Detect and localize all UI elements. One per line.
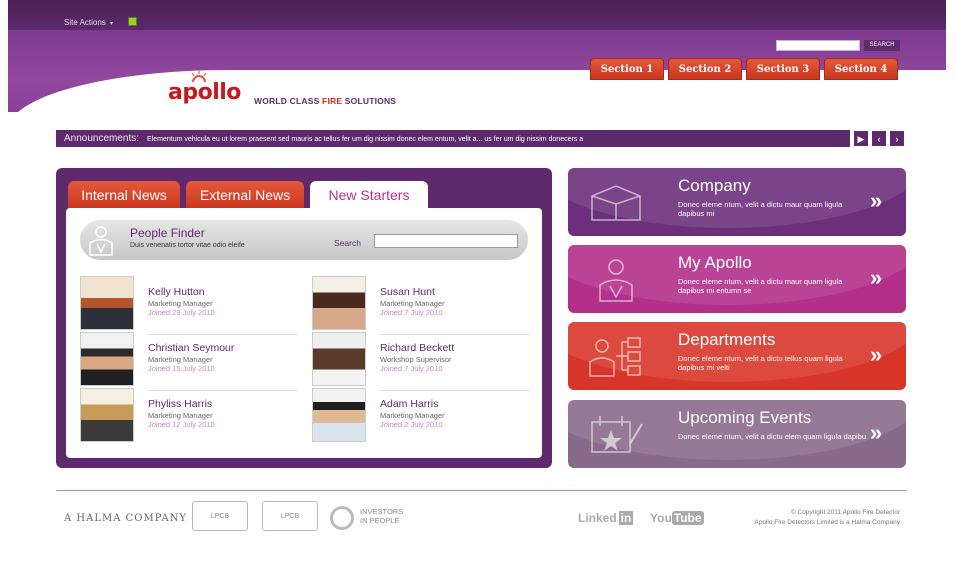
avatar [312,388,366,442]
page: Site Actions ▾ SEARCH Section 1 Section … [0,0,955,585]
person-role: Marketing Manager [380,411,445,420]
org-chart-icon [589,337,641,377]
tile-my-apollo[interactable]: My Apollo Donec eleme ntum, velit a dict… [568,245,906,313]
tab-external-news[interactable]: External News [186,181,304,210]
tile-body: Donec eleme ntum, velit a dictu maur qua… [678,277,843,295]
site-actions-menu[interactable]: Site Actions ▾ [64,18,113,27]
list-item[interactable]: Susan Hunt Marketing Manager Joined 7 Ju… [312,276,532,335]
apollo-logo[interactable]: apollo [168,80,241,105]
list-item[interactable]: Kelly Hutton Marketing Manager Joined 29… [80,276,300,335]
edit-page-icon[interactable] [128,17,137,26]
halma-logo[interactable]: A HALMA COMPANY [64,513,187,524]
announcement-controls: ▶ ‹ › [853,130,905,147]
announcements-bar: Announcements: Elementum vehicula eu ut … [56,130,850,147]
tile-company[interactable]: Company Donec eleme ntum, velit a dictu … [568,168,906,236]
list-item[interactable]: Christian Seymour Marketing Manager Join… [80,332,300,391]
avatar [80,388,134,442]
footer-divider [56,490,906,491]
logo-text: apollo [168,80,241,105]
tile-departments[interactable]: Departments Donec eleme ntum, velit a di… [568,322,906,390]
avatar [80,332,134,386]
tab-section-3[interactable]: Section 3 [746,58,820,80]
tile-title: My Apollo [678,253,752,272]
news-panel: Internal News External News New Starters… [56,168,552,468]
person-role: Marketing Manager [148,299,213,308]
next-icon[interactable]: › [889,130,905,147]
copyright: © Copyright 2011 Apollo Fire Detector Ap… [754,509,900,526]
list-item[interactable]: Richard Beckett Workshop Supervisor Join… [312,332,532,391]
tab-internal-news[interactable]: Internal News [68,181,180,210]
person-role: Workshop Supervisor [380,355,452,364]
avatar [312,332,366,386]
people-finder-subtitle: Duis venenatis tortor vitae odio eleife [130,242,245,249]
double-chevron-icon[interactable]: » [870,265,882,291]
double-chevron-icon[interactable]: » [870,342,882,368]
youtube-icon[interactable]: You Tube [650,511,704,525]
tile-body: Donec eleme ntum, velit a dictu elem qua… [678,432,867,441]
person-name[interactable]: Kelly Hutton [148,286,205,298]
tile-body: Donec eleme ntum, velit a dictu tellus q… [678,354,843,372]
linkedin-icon[interactable]: Linked in [578,511,634,525]
tile-title: Departments [678,330,776,349]
tile-title: Company [678,176,751,195]
search-button[interactable]: SEARCH [864,40,900,51]
list-item[interactable]: Adam Harris Marketing Manager Joined 2 J… [312,388,532,444]
tab-section-2[interactable]: Section 2 [668,58,742,80]
announcements-text[interactable]: Elementum vehicula eu ut lorem praesent … [147,136,583,143]
person-joined: Joined 29 July 2010 [148,308,215,317]
person-role: Marketing Manager [148,411,213,420]
list-item[interactable]: Phyliss Harris Marketing Manager Joined … [80,388,300,444]
tab-section-1[interactable]: Section 1 [590,58,664,80]
play-icon[interactable]: ▶ [853,130,869,147]
tile-upcoming-events[interactable]: Upcoming Events Donec eleme ntum, velit … [568,400,906,468]
top-bar: Site Actions ▾ [8,0,946,30]
people-search-input[interactable] [374,234,518,248]
site-actions-label: Site Actions [64,18,106,27]
person-joined: Joined 12 July 2010 [148,420,215,429]
person-joined: Joined 15 July 2010 [148,364,215,373]
investors-in-people-text: INVESTORS IN PEOPLE [360,507,404,525]
tile-title: Upcoming Events [678,408,812,427]
double-chevron-icon[interactable]: » [870,420,882,446]
people-finder-title: People Finder [130,226,205,240]
lpcb-badge: LPCB [192,501,248,531]
new-starters-content: People Finder Duis venenatis tortor vita… [66,208,542,458]
person-icon [599,259,633,302]
person-joined: Joined 7 July 2010 [380,308,443,317]
lpcb-badge: LPCB [262,501,318,531]
logo-tagline: WORLD CLASS FIRE SOLUTIONS [254,96,397,106]
avatar [80,276,134,330]
avatar [312,276,366,330]
search-input[interactable] [776,40,860,51]
person-role: Marketing Manager [148,355,213,364]
double-chevron-icon[interactable]: » [870,188,882,214]
people-finder: People Finder Duis venenatis tortor vita… [80,220,528,260]
announcements-label: Announcements: [64,133,140,144]
buildings-icon [591,185,641,221]
person-joined: Joined 2 July 2010 [380,420,443,429]
people-search-label: Search [334,238,361,248]
calendar-star-icon [591,416,643,453]
person-icon [89,226,113,256]
person-joined: Joined 7 July 2010 [380,364,443,373]
person-name[interactable]: Susan Hunt [380,286,435,298]
person-name[interactable]: Christian Seymour [148,342,234,354]
tab-section-4[interactable]: Section 4 [824,58,898,80]
chevron-down-icon: ▾ [110,21,114,27]
section-tabs: Section 1 Section 2 Section 3 Section 4 [590,58,898,80]
person-name[interactable]: Richard Beckett [380,342,454,354]
tab-new-starters[interactable]: New Starters [310,181,428,210]
investors-in-people-icon [330,506,354,530]
person-name[interactable]: Adam Harris [380,398,438,410]
prev-icon[interactable]: ‹ [871,130,887,147]
tile-body: Donec eleme ntum, velit a dictu maur qua… [678,200,843,218]
person-name[interactable]: Phyliss Harris [148,398,212,410]
person-role: Marketing Manager [380,299,445,308]
